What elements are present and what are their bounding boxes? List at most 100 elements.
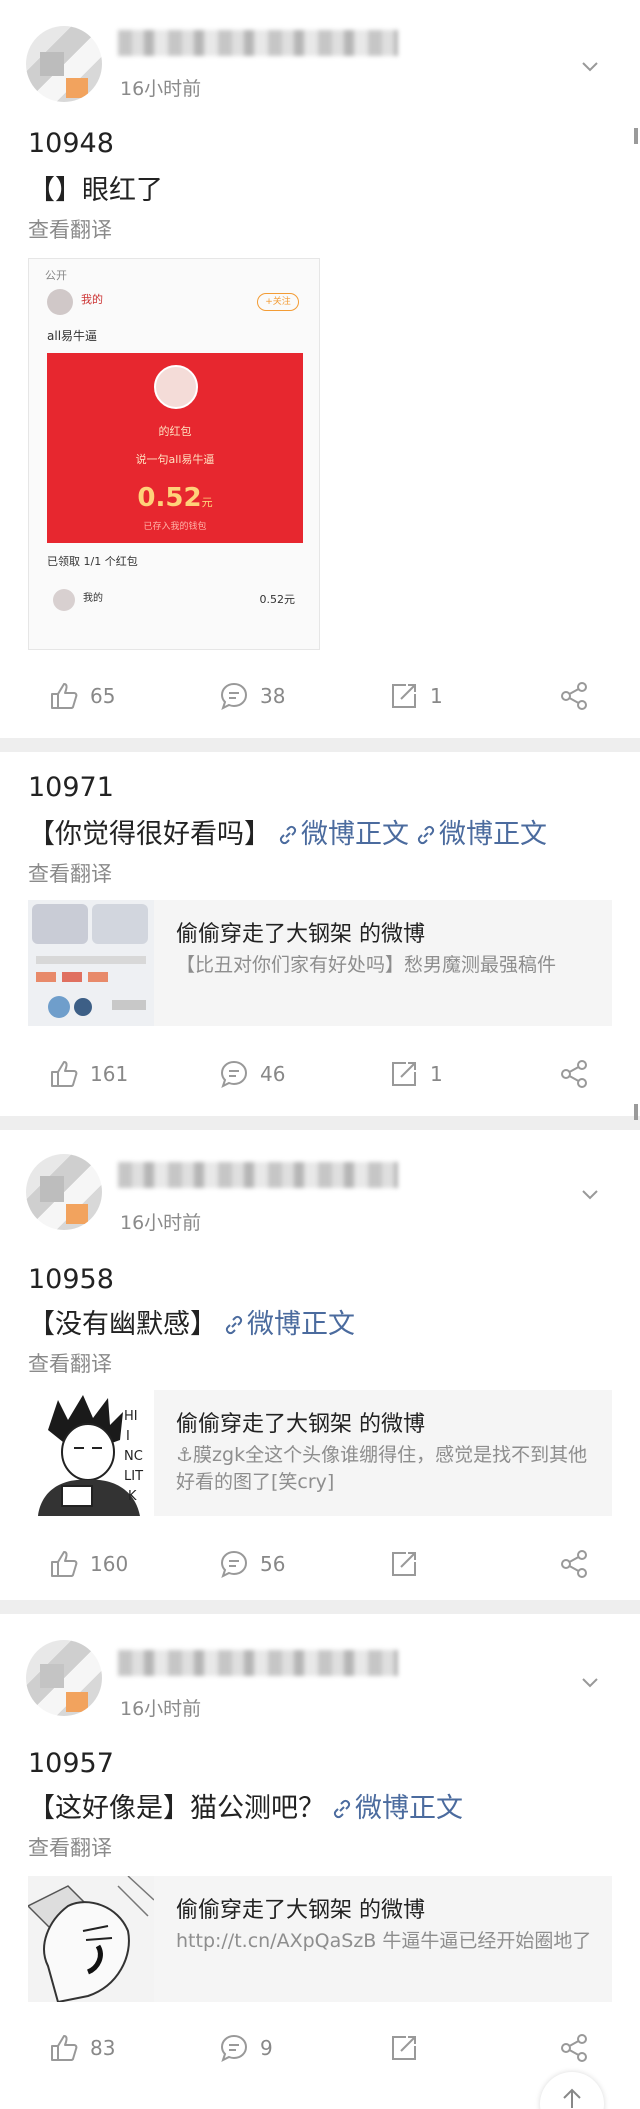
like-button[interactable]: 83 bbox=[48, 2028, 115, 2068]
scrollbar[interactable] bbox=[634, 1104, 638, 1120]
receiver-name: 我的 bbox=[83, 593, 103, 604]
link-icon bbox=[417, 825, 435, 845]
avatar[interactable] bbox=[26, 1640, 102, 1716]
action-bar: 65 38 1 bbox=[0, 676, 640, 716]
repost-button[interactable]: 1 bbox=[388, 1054, 443, 1094]
weibo-link-label: 微博正文 bbox=[301, 819, 409, 850]
post-card: 16小时前 10958 【没有幽默感】 微博正文 查看翻译 HI I NC LIT… bbox=[0, 1130, 640, 1600]
repost-icon bbox=[392, 684, 416, 708]
chevron-down-icon[interactable] bbox=[580, 1672, 600, 1692]
quoted-thumbnail bbox=[28, 1876, 154, 2002]
svg-text:HI: HI bbox=[124, 1409, 138, 1424]
chevron-down-icon[interactable] bbox=[580, 56, 600, 76]
comment-count: 46 bbox=[260, 1062, 286, 1086]
comment-icon bbox=[220, 1550, 248, 1578]
post-card: 16小时前 10948 【】眼红了 查看翻译 公开 我的 +关注 all易牛逼 … bbox=[0, 0, 640, 738]
post-number: 10971 bbox=[28, 772, 114, 803]
like-count: 65 bbox=[90, 684, 116, 708]
translate-link[interactable]: 查看翻译 bbox=[28, 1348, 112, 1378]
avatar[interactable] bbox=[26, 1154, 102, 1230]
follow-button: +关注 bbox=[257, 293, 299, 311]
action-bar: 83 9 bbox=[0, 2028, 640, 2068]
repost-icon bbox=[392, 1552, 416, 1576]
translate-link[interactable]: 查看翻译 bbox=[28, 214, 112, 244]
like-button[interactable]: 160 bbox=[48, 1544, 128, 1584]
screenshot-body: all易牛逼 bbox=[47, 329, 98, 343]
weibo-link[interactable]: 微博正文 bbox=[325, 1793, 463, 1824]
post-text: 【】眼红了 bbox=[28, 175, 163, 206]
quoted-post[interactable]: 偷偷穿走了大钢架 的微博 【比丑对你们家有好处吗】愁男魔测最强稿件 bbox=[28, 900, 612, 1026]
weibo-link[interactable]: 微博正文 bbox=[217, 1309, 355, 1340]
chevron-down-icon[interactable] bbox=[580, 1184, 600, 1204]
post-time: 16小时前 bbox=[120, 1698, 202, 1720]
quoted-post[interactable]: HI I NC LIT K 偷偷穿走了大钢架 的微博 ⚓膜zgk全这个头像谁绷得… bbox=[28, 1390, 612, 1516]
post-card: 10971 【你觉得很好看吗】 微博正文 微博正文 查看翻译 偷偷穿走了大钢架 的微… bbox=[0, 752, 640, 1116]
repost-button[interactable]: 1 bbox=[388, 676, 443, 716]
svg-text:K: K bbox=[128, 1489, 137, 1504]
comment-button[interactable]: 56 bbox=[218, 1544, 285, 1584]
like-count: 160 bbox=[90, 1552, 129, 1576]
packet-amount: 0.52元 bbox=[47, 483, 303, 513]
packet-greeting: 说一句all易牛逼 bbox=[135, 453, 215, 466]
link-icon bbox=[333, 1799, 351, 1819]
repost-icon bbox=[392, 2036, 416, 2060]
weibo-link[interactable]: 微博正文 bbox=[271, 819, 409, 850]
weibo-link-label: 微博正文 bbox=[355, 1793, 463, 1824]
post-text: 【没有幽默感】 微博正文 bbox=[28, 1302, 355, 1341]
like-count: 161 bbox=[90, 1062, 129, 1086]
packet-amount-unit: 元 bbox=[201, 496, 213, 509]
comment-button[interactable]: 9 bbox=[218, 2028, 273, 2068]
repost-count: 1 bbox=[430, 1062, 443, 1086]
share-button[interactable] bbox=[558, 1548, 590, 1584]
post-text-body: 【这好像是】猫公测吧？ bbox=[28, 1793, 325, 1824]
quoted-title: 偷偷穿走了大钢架 的微博 bbox=[176, 1412, 425, 1437]
username-blurred[interactable] bbox=[118, 1650, 398, 1676]
divider bbox=[0, 1116, 640, 1130]
share-icon bbox=[561, 1550, 587, 1578]
comment-button[interactable]: 46 bbox=[218, 1054, 285, 1094]
avatar bbox=[53, 589, 75, 611]
repost-button[interactable] bbox=[388, 1544, 430, 1584]
post-text-body: 【没有幽默感】 bbox=[28, 1309, 217, 1340]
post-number: 10957 bbox=[28, 1748, 114, 1779]
action-bar: 161 46 1 bbox=[0, 1054, 640, 1094]
post-card: 16小时前 10957 【这好像是】猫公测吧？ 微博正文 查看翻译 偷偷穿走了大钢… bbox=[0, 1614, 640, 2109]
post-text-body: 【你觉得很好看吗】 bbox=[28, 819, 271, 850]
weibo-link-label: 微博正文 bbox=[439, 819, 547, 850]
packet-title: 的红包 bbox=[158, 425, 192, 438]
username-blurred[interactable] bbox=[118, 1162, 398, 1188]
like-count: 83 bbox=[90, 2036, 116, 2060]
share-icon bbox=[561, 682, 587, 710]
thumbs-up-icon bbox=[51, 1061, 78, 1087]
divider bbox=[0, 738, 640, 752]
post-number: 10948 bbox=[28, 128, 114, 159]
svg-text:I: I bbox=[126, 1429, 130, 1444]
comment-count: 38 bbox=[260, 684, 286, 708]
like-button[interactable]: 161 bbox=[48, 1054, 128, 1094]
weibo-link[interactable]: 微博正文 bbox=[409, 819, 547, 850]
share-button[interactable] bbox=[558, 2032, 590, 2068]
packet-sub: 已存入我的钱包 bbox=[143, 522, 207, 532]
post-text: 【这好像是】猫公测吧？ 微博正文 bbox=[28, 1786, 463, 1825]
share-button[interactable] bbox=[558, 680, 590, 716]
comment-button[interactable]: 38 bbox=[218, 676, 285, 716]
username-blurred[interactable] bbox=[118, 30, 398, 56]
arrow-up-icon bbox=[563, 2088, 581, 2108]
quoted-text: http://t.cn/AXpQaSzB 牛逼牛逼已经开始圈地了 bbox=[176, 1930, 592, 1952]
translate-link[interactable]: 查看翻译 bbox=[28, 1832, 112, 1862]
share-button[interactable] bbox=[558, 1058, 590, 1094]
repost-button[interactable] bbox=[388, 2028, 430, 2068]
scrollbar[interactable] bbox=[634, 128, 638, 144]
avatar[interactable] bbox=[26, 26, 102, 102]
comment-count: 9 bbox=[260, 2036, 273, 2060]
public-label: 公开 bbox=[45, 269, 67, 282]
thumbs-up-icon bbox=[51, 683, 78, 709]
quoted-post[interactable]: 偷偷穿走了大钢架 的微博 http://t.cn/AXpQaSzB 牛逼牛逼已经… bbox=[28, 1876, 612, 2002]
share-icon bbox=[561, 2034, 587, 2062]
like-button[interactable]: 65 bbox=[48, 676, 115, 716]
thumbs-up-icon bbox=[51, 2035, 78, 2061]
quoted-text: ⚓膜zgk全这个头像谁绷得住，感觉是找不到其他好看的图了[笑cry] bbox=[176, 1444, 588, 1493]
translate-link[interactable]: 查看翻译 bbox=[28, 858, 112, 888]
divider bbox=[0, 1600, 640, 1614]
screenshot-image[interactable]: 公开 我的 +关注 all易牛逼 的红包 说一句all易牛逼 0.52元 已存入… bbox=[28, 258, 320, 650]
